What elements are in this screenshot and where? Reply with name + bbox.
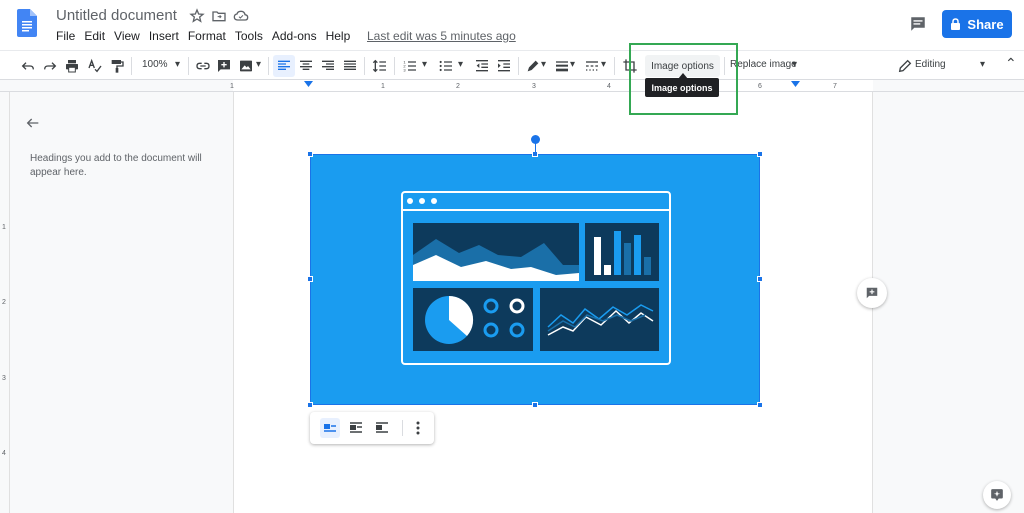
menu-edit[interactable]: Edit — [84, 29, 105, 43]
add-comment-button[interactable] — [857, 278, 887, 308]
menu-tools[interactable]: Tools — [235, 29, 263, 43]
document-title[interactable]: Untitled document — [56, 7, 177, 24]
ruler-number: 4 — [607, 83, 611, 90]
align-justify-icon[interactable] — [342, 58, 358, 74]
increase-indent-icon[interactable] — [496, 58, 512, 74]
horizontal-ruler[interactable]: 1 1 2 3 4 5 6 7 — [0, 80, 1024, 92]
lock-icon — [951, 18, 961, 30]
chevron-down-icon[interactable]: ▾ — [175, 59, 180, 70]
explore-icon — [991, 489, 1003, 501]
explore-button[interactable] — [983, 481, 1011, 509]
ruler-number: 2 — [2, 299, 6, 306]
ruler-number: 1 — [230, 83, 234, 90]
add-comment-icon[interactable] — [216, 58, 232, 74]
wrap-text-button[interactable] — [346, 418, 366, 438]
chevron-down-icon[interactable]: ▾ — [601, 59, 606, 70]
replace-image-button[interactable]: Replace image — [730, 59, 797, 70]
ruler-number: 6 — [758, 83, 762, 90]
border-dash-icon[interactable] — [584, 58, 600, 74]
svg-text:3: 3 — [403, 67, 406, 72]
pencil-icon[interactable] — [897, 58, 913, 74]
numbered-list-icon[interactable]: 123 — [402, 58, 418, 74]
menu-addons[interactable]: Add-ons — [272, 29, 317, 43]
break-text-button[interactable] — [372, 418, 392, 438]
toolbar: 100% ▾ ▾ 123 ▾ ▾ ▾ ▾ ▾ Image options Rep… — [0, 50, 1024, 80]
link-icon[interactable] — [195, 58, 211, 74]
menu-view[interactable]: View — [114, 29, 140, 43]
back-arrow-icon[interactable] — [25, 115, 41, 131]
ruler-number: 4 — [2, 450, 6, 457]
chevron-down-icon[interactable]: ▾ — [256, 59, 261, 70]
share-label: Share — [967, 16, 1004, 32]
break-text-icon — [376, 422, 388, 433]
star-icon[interactable] — [189, 8, 205, 24]
more-options-button[interactable] — [408, 418, 428, 438]
indent-marker-icon[interactable] — [304, 81, 313, 90]
decrease-indent-icon[interactable] — [474, 58, 490, 74]
resize-handle[interactable] — [757, 276, 763, 282]
header: Untitled document File Edit View Insert … — [0, 0, 1024, 50]
resize-handle[interactable] — [307, 151, 313, 157]
inline-wrap-button[interactable] — [320, 418, 340, 438]
rotate-handle[interactable] — [531, 135, 540, 144]
print-icon[interactable] — [64, 58, 80, 74]
chevron-down-icon[interactable]: ▾ — [422, 59, 427, 70]
ruler-number: 3 — [2, 375, 6, 382]
chevron-down-icon[interactable]: ▾ — [570, 59, 575, 70]
right-indent-marker-icon[interactable] — [791, 81, 800, 90]
ruler-number: 1 — [381, 83, 385, 90]
comment-history-icon[interactable] — [909, 15, 927, 33]
align-left-icon[interactable] — [276, 58, 292, 74]
chevron-down-icon[interactable]: ▾ — [980, 59, 985, 70]
menu-help[interactable]: Help — [326, 29, 351, 43]
menubar: File Edit View Insert Format Tools Add-o… — [56, 29, 359, 43]
collapse-chevron-icon[interactable]: ⌃ — [1005, 55, 1017, 72]
resize-handle[interactable] — [757, 151, 763, 157]
zoom-select[interactable]: 100% — [142, 59, 168, 70]
paint-format-icon[interactable] — [109, 58, 125, 74]
share-button[interactable]: Share — [942, 10, 1012, 38]
menu-file[interactable]: File — [56, 29, 75, 43]
chevron-down-icon[interactable]: ▾ — [541, 59, 546, 70]
add-comment-icon — [866, 287, 878, 299]
inline-icon — [324, 424, 336, 432]
resize-handle[interactable] — [307, 402, 313, 408]
ruler-number: 7 — [833, 83, 837, 90]
highlight-box — [629, 43, 738, 115]
resize-handle[interactable] — [757, 402, 763, 408]
cloud-status-icon[interactable] — [233, 8, 249, 24]
border-weight-icon[interactable] — [554, 58, 570, 74]
border-color-icon[interactable] — [525, 58, 541, 74]
last-edit-link[interactable]: Last edit was 5 minutes ago — [367, 29, 516, 43]
resize-handle[interactable] — [307, 276, 313, 282]
bulleted-list-icon[interactable] — [438, 58, 454, 74]
chevron-down-icon[interactable]: ▾ — [458, 59, 463, 70]
more-vert-icon — [416, 421, 420, 435]
line-spacing-icon[interactable] — [372, 58, 388, 74]
menu-insert[interactable]: Insert — [149, 29, 179, 43]
docs-logo-icon[interactable] — [17, 9, 37, 37]
menu-format[interactable]: Format — [188, 29, 226, 43]
wrap-text-icon — [350, 422, 362, 433]
align-right-icon[interactable] — [320, 58, 336, 74]
ruler-number: 3 — [532, 83, 536, 90]
move-folder-icon[interactable] — [211, 8, 227, 24]
outline-empty-text: Headings you add to the document will ap… — [30, 153, 202, 178]
spellcheck-icon[interactable] — [87, 58, 103, 74]
insert-image-icon[interactable] — [238, 58, 254, 74]
editing-mode-select[interactable]: Editing — [915, 59, 946, 70]
redo-icon[interactable] — [42, 58, 58, 74]
undo-icon[interactable] — [20, 58, 36, 74]
dashboard-illustration — [401, 191, 671, 365]
vertical-ruler[interactable]: 1 2 3 4 — [0, 92, 10, 513]
selected-image[interactable] — [310, 154, 760, 405]
ruler-number: 1 — [2, 224, 6, 231]
resize-handle[interactable] — [532, 402, 538, 408]
image-wrap-toolbar — [310, 412, 434, 444]
align-center-icon[interactable] — [298, 58, 314, 74]
ruler-number: 2 — [456, 83, 460, 90]
chevron-down-icon[interactable]: ▾ — [792, 59, 797, 70]
